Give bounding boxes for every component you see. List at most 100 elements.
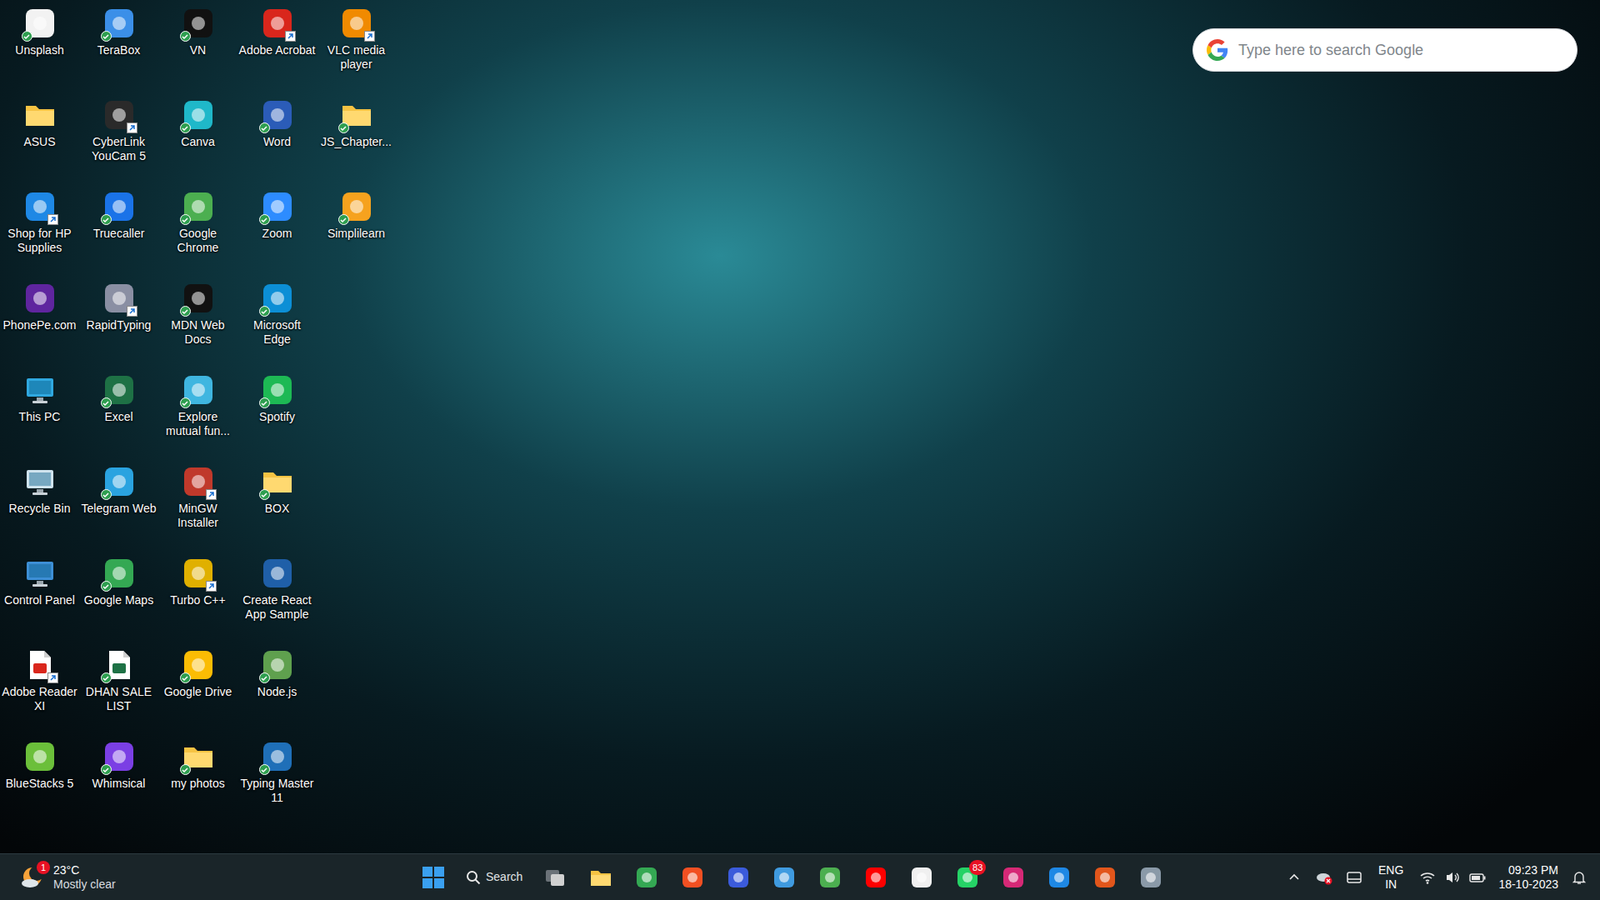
sync-check-icon <box>180 214 191 225</box>
desktop-icon[interactable]: BlueStacks 5 <box>0 733 80 825</box>
notification-bell-icon[interactable] <box>1570 868 1589 887</box>
app-icon <box>260 281 295 315</box>
taskbar-apps: Search 83 <box>413 859 1171 896</box>
desktop-icon[interactable]: VLC media player <box>316 0 396 92</box>
sync-check-icon <box>100 672 112 684</box>
desktop-icon[interactable]: Adobe Acrobat <box>237 0 317 92</box>
onedrive-error-icon[interactable] <box>1315 868 1334 887</box>
desktop-icon-label: Node.js <box>238 685 316 700</box>
taskbar-search[interactable]: Search <box>459 859 530 896</box>
taskbar-button[interactable]: 83 <box>947 859 988 896</box>
desktop-icon[interactable]: Adobe Reader XI <box>0 641 80 734</box>
app-icon <box>772 865 796 890</box>
icon-graphic <box>23 740 57 774</box>
desktop-icon[interactable]: Word <box>237 91 317 184</box>
taskbar-button[interactable] <box>1039 859 1080 896</box>
taskbar-button[interactable] <box>718 859 759 896</box>
shortcut-arrow-icon <box>205 489 217 500</box>
check-icon <box>181 308 189 315</box>
desktop-icon[interactable]: Whimsical <box>79 733 159 825</box>
desktop-icon[interactable]: Unsplash <box>0 0 80 92</box>
search-label: Search <box>485 868 523 886</box>
sync-check-icon <box>259 672 270 684</box>
arrow-icon <box>49 674 57 682</box>
desktop-icon[interactable]: CyberLink YouCam 5 <box>79 91 159 184</box>
desktop-icon-label: Simplilearn <box>317 226 395 241</box>
taskbar-button[interactable] <box>672 859 713 896</box>
desktop-icon[interactable]: Google Drive <box>158 641 238 734</box>
folder-icon <box>589 865 613 890</box>
sync-check-icon <box>100 580 112 592</box>
weather-text: 23°CMostly clear <box>53 863 116 892</box>
desktop-icon[interactable]: Zoom <box>237 183 317 275</box>
desktop-icon[interactable]: Node.js <box>237 641 317 734</box>
desktop-icon[interactable]: Microsoft Edge <box>237 275 317 367</box>
desktop-icon[interactable]: This PC <box>0 366 80 459</box>
arrow-icon <box>207 490 215 499</box>
desktop-icon-label: Turbo C++ <box>159 593 237 608</box>
language-indicator[interactable]: ENGIN <box>1375 863 1407 892</box>
taskbar-button[interactable] <box>413 859 454 896</box>
desktop-icon[interactable]: Control Panel <box>0 550 80 642</box>
desktop-icon[interactable]: Simplilearn <box>316 183 396 275</box>
desktop-icon[interactable]: JS_Chapter... <box>316 91 396 184</box>
tablet-icon[interactable] <box>1345 868 1364 887</box>
taskbar-button[interactable] <box>535 859 575 896</box>
desktop-icon[interactable]: ASUS <box>0 91 80 184</box>
desktop-icon[interactable]: MDN Web Docs <box>158 275 238 367</box>
desktop-icon[interactable]: PhonePe.com <box>0 275 80 367</box>
desktop-icon[interactable]: Canva <box>158 91 238 184</box>
desktop-icon[interactable]: MinGW Installer <box>158 458 238 550</box>
desktop-icon[interactable]: TeraBox <box>79 0 159 92</box>
search-input[interactable] <box>1238 39 1564 62</box>
taskbar-button[interactable] <box>855 859 896 896</box>
desktop-icon-label: Create React App Sample <box>238 593 316 622</box>
check-icon <box>340 216 347 224</box>
desktop-icon[interactable]: DHAN SALE LIST <box>79 641 159 734</box>
folder-icon <box>340 98 374 132</box>
taskbar-button[interactable] <box>626 859 667 896</box>
desktop-icon[interactable]: Google Maps <box>79 550 159 642</box>
desktop-icon[interactable]: VN <box>158 0 238 92</box>
sync-check-icon <box>180 305 191 317</box>
desktop-icon-grid: UnsplashASUSShop for HP SuppliesPhonePe.… <box>0 0 396 825</box>
desktop-icon-label: MinGW Installer <box>159 501 237 530</box>
desktop-icon-label: Explore mutual fun... <box>159 410 237 439</box>
desktop-icon[interactable]: Turbo C++ <box>158 550 238 642</box>
app-graphic <box>864 865 888 890</box>
desktop-icon[interactable]: Telegram Web <box>79 458 159 550</box>
desktop-icon[interactable]: Excel <box>79 366 159 459</box>
desktop-icon[interactable]: Typing Master 11 <box>237 733 317 825</box>
sync-check-icon <box>21 30 33 42</box>
system-icon <box>23 373 57 407</box>
taskbar-button[interactable] <box>1085 859 1125 896</box>
desktop-icon[interactable]: Explore mutual fun... <box>158 366 238 459</box>
desktop-icon[interactable]: Create React App Sample <box>237 550 317 642</box>
desktop-icon[interactable]: my photos <box>158 733 238 825</box>
desktop-icon[interactable]: Google Chrome <box>158 183 238 275</box>
app-graphic <box>910 865 934 890</box>
desktop-icon[interactable]: BOX <box>237 458 317 550</box>
desktop-icon[interactable]: Shop for HP Supplies <box>0 183 80 275</box>
taskbar: 123°CMostly clear Search 83 ENGIN 09:23 PM18… <box>0 853 1600 900</box>
taskbar-button[interactable] <box>810 859 850 896</box>
taskbar-button[interactable] <box>993 859 1034 896</box>
desktop-icon[interactable]: RapidTyping <box>79 275 159 367</box>
sync-check-icon <box>259 397 270 409</box>
desktop-icon-label: Whimsical <box>80 776 158 791</box>
desktop-icon-label: This PC <box>0 410 79 425</box>
quick-settings[interactable] <box>1418 868 1487 887</box>
taskbar-button[interactable] <box>764 859 805 896</box>
app-icon <box>181 373 215 407</box>
app-icon <box>1001 865 1025 890</box>
weather-widget[interactable]: 123°CMostly clear <box>0 863 414 892</box>
taskbar-button[interactable] <box>1130 859 1171 896</box>
desktop-icon-label: Google Drive <box>159 685 237 700</box>
clock[interactable]: 09:23 PM18-10-2023 <box>1498 863 1559 892</box>
desktop-icon[interactable]: Truecaller <box>79 183 159 275</box>
desktop-icon[interactable]: Recycle Bin <box>0 458 80 550</box>
chevron-up-icon[interactable] <box>1285 868 1304 887</box>
taskbar-button[interactable] <box>901 859 942 896</box>
desktop-icon[interactable]: Spotify <box>237 366 317 459</box>
taskbar-button[interactable] <box>580 859 621 896</box>
